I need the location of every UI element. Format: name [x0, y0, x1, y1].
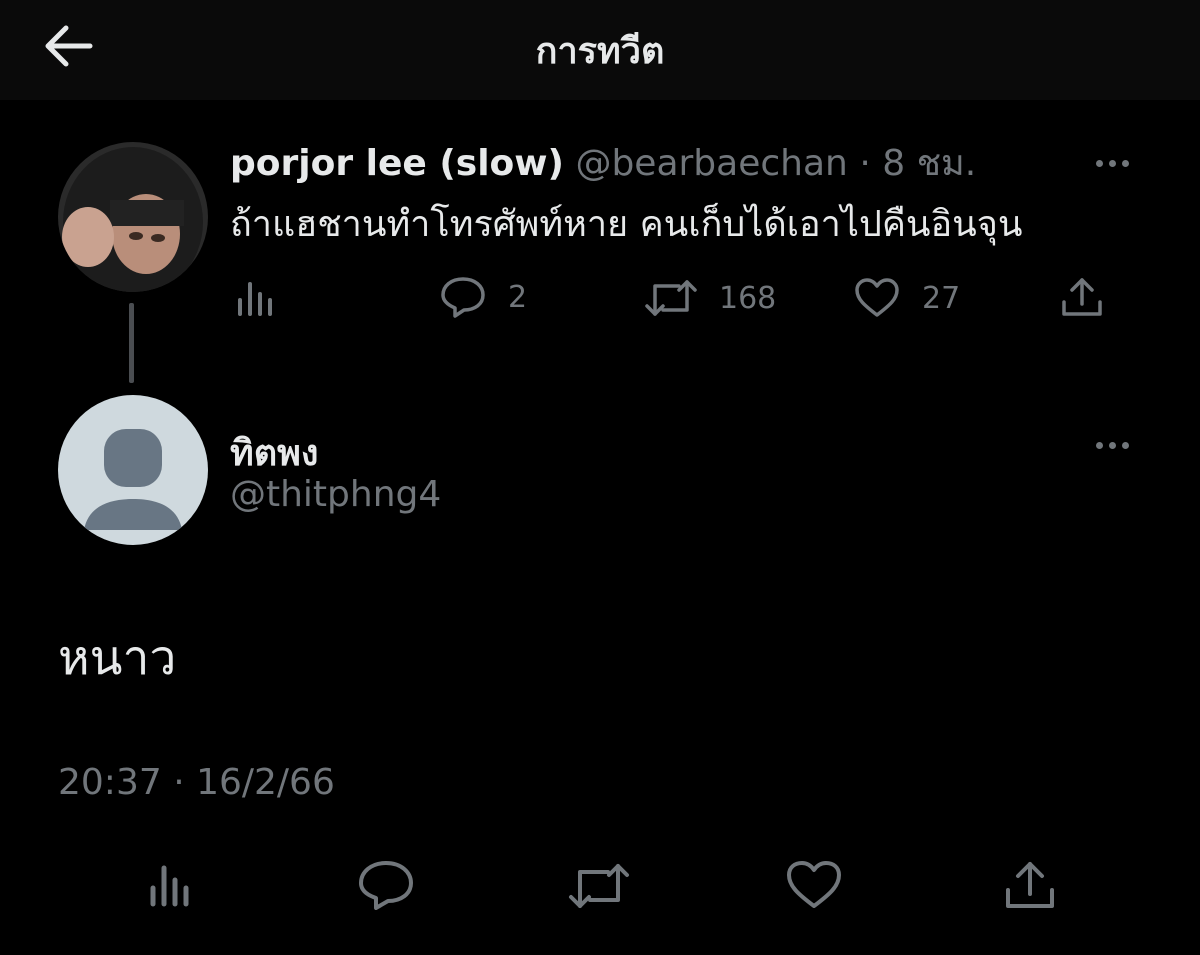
more-dots-icon: [1096, 160, 1103, 167]
heart-icon: [855, 278, 899, 317]
share-button[interactable]: [1060, 276, 1104, 318]
top-bar: การทวีต: [0, 0, 1200, 100]
more-options-button[interactable]: [1096, 152, 1140, 172]
avatar[interactable]: [58, 142, 208, 292]
retweet-count: 168: [719, 280, 777, 316]
analytics-icon: [238, 282, 272, 316]
more-dots-icon: [1096, 442, 1103, 449]
retweet-icon: [569, 864, 629, 908]
thread-connector-line: [129, 303, 134, 383]
reply-author-handle[interactable]: @thitphng4: [230, 474, 441, 515]
default-avatar[interactable]: [58, 395, 208, 545]
reply-more-options-button[interactable]: [1096, 434, 1140, 454]
author-handle[interactable]: @bearbaechan: [575, 143, 847, 184]
share-button[interactable]: [1004, 860, 1056, 914]
tweet-text: ถ้าแฮชานทำโทรศัพท์หาย คนเก็บได้เอาไปคืนอ…: [230, 204, 1023, 245]
retweet-button[interactable]: [568, 862, 630, 914]
analytics-button[interactable]: [236, 278, 276, 318]
like-button[interactable]: [786, 860, 842, 914]
reply-author-name[interactable]: ทิตพง: [230, 424, 318, 481]
page-title: การทวีต: [535, 31, 665, 72]
analytics-button[interactable]: [148, 862, 194, 912]
heart-icon: [787, 861, 841, 908]
like-button[interactable]: 27: [854, 278, 960, 318]
separator-dot: ·: [859, 143, 871, 184]
time-ago[interactable]: 8 ชม.: [882, 143, 976, 184]
reply-icon: [441, 277, 485, 318]
tweet-meta: porjor lee (slow) @bearbaechan · 8 ชม.: [230, 142, 976, 186]
reply-button[interactable]: [358, 860, 414, 914]
author-name[interactable]: porjor lee (slow): [230, 143, 564, 184]
like-count: 27: [922, 280, 961, 316]
reply-text: หนาว: [58, 630, 177, 686]
retweet-button[interactable]: 168: [645, 278, 776, 318]
reply-button[interactable]: 2: [440, 276, 527, 318]
analytics-icon: [150, 865, 189, 907]
timestamp[interactable]: 20:37 · 16/2/66: [58, 762, 335, 803]
share-icon: [1062, 278, 1102, 316]
share-icon: [1006, 862, 1054, 908]
reply-icon: [359, 861, 413, 910]
retweet-icon: [645, 280, 697, 316]
reply-count: 2: [508, 279, 528, 315]
